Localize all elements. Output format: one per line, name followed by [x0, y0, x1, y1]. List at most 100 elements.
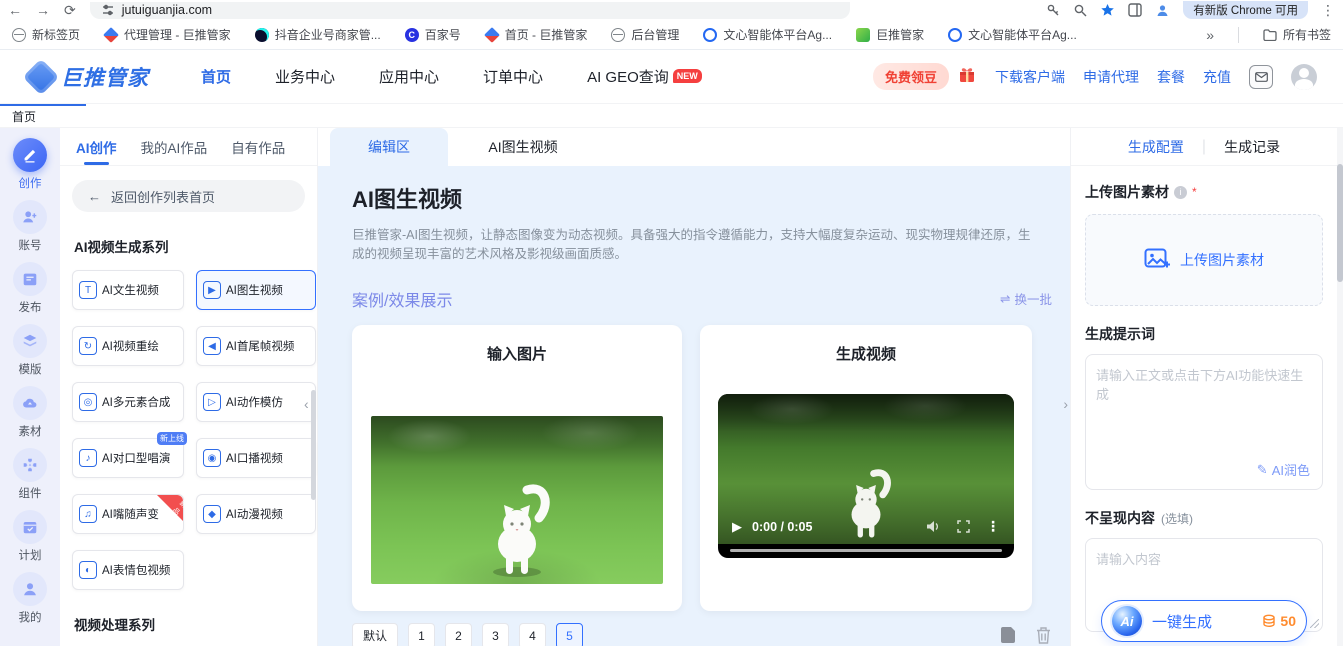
generate-button[interactable]: Ai 一键生成 50 — [1101, 600, 1307, 642]
nav-item-orders[interactable]: 订单中心 — [483, 66, 543, 87]
info-icon[interactable]: i — [1174, 186, 1187, 199]
tab-my-ai-works[interactable]: 我的AI作品 — [141, 128, 208, 165]
rail-item-mine[interactable]: 我的 — [0, 572, 60, 625]
page-scrollbar[interactable] — [1337, 128, 1343, 646]
upload-image-dropzone[interactable]: 上传图片素材 — [1085, 214, 1323, 306]
bookmarks-overflow-icon[interactable]: » — [1206, 27, 1214, 43]
back-icon[interactable]: ← — [8, 3, 22, 17]
volume-icon[interactable] — [926, 520, 941, 533]
divider — [1238, 27, 1239, 43]
globe-favicon — [12, 28, 26, 42]
tool-ai-text-to-video[interactable]: T AI文生视频 — [72, 270, 184, 310]
tab-image-to-video[interactable]: AI图生视频 — [448, 128, 598, 166]
bookmark-star-icon[interactable] — [1100, 3, 1115, 18]
page-button-5[interactable]: 5 — [556, 623, 583, 646]
address-bar[interactable]: jutuiguanjia.com — [90, 2, 850, 19]
rail-item-create[interactable]: 创作 — [0, 138, 60, 191]
tool-ai-video-repaint[interactable]: ↻ AI视频重绘 — [72, 326, 184, 366]
rail-item-plans[interactable]: 计划 — [0, 510, 60, 563]
password-key-icon[interactable] — [1046, 3, 1060, 17]
ai-polish-button[interactable]: ✎ AI润色 — [1257, 460, 1310, 479]
copy-doc-icon[interactable] — [1000, 626, 1017, 645]
input-cat-photo — [371, 416, 663, 584]
tool-ai-lipsync-sing[interactable]: 新上线 ♪ AI对口型唱演 — [72, 438, 184, 478]
bookmark-jutui[interactable]: 巨推管家 — [856, 26, 924, 43]
editor-tabs: 编辑区 AI图生视频 — [318, 128, 1070, 166]
play-button[interactable]: ▶ — [732, 519, 742, 535]
side-panel-icon[interactable] — [1128, 3, 1142, 17]
apply-agent-link[interactable]: 申请代理 — [1083, 67, 1139, 87]
tool-ai-broadcast-video[interactable]: ◉ AI口播视频 — [196, 438, 316, 478]
bookmark-agent-admin[interactable]: 代理管理 - 巨推管家 — [104, 26, 231, 43]
tab-ai-creation[interactable]: AI创作 — [76, 128, 117, 165]
fullscreen-icon[interactable] — [957, 520, 970, 533]
reload-icon[interactable]: ⟳ — [64, 3, 76, 17]
nav-item-ai-geo[interactable]: AI GEO查询NEW — [587, 66, 702, 87]
rail-item-templates[interactable]: 模版 — [0, 324, 60, 377]
rail-item-components[interactable]: 组件 — [0, 448, 60, 501]
video-player[interactable]: ▶ 0:00 / 0:05 ⋮ — [718, 394, 1014, 558]
bookmark-jutui-home[interactable]: 首页 - 巨推管家 — [485, 26, 588, 43]
tool-ai-meme-video[interactable]: ◐ AI表情包视频 — [72, 550, 184, 590]
recharge-link[interactable]: 充值 — [1203, 67, 1231, 87]
user-avatar[interactable] — [1291, 64, 1317, 90]
nav-item-home[interactable]: 首页 — [201, 66, 231, 87]
example-pagination: 默认 1 2 3 4 5 — [352, 623, 1052, 646]
bookmark-wenxin-1[interactable]: 文心智能体平台Ag... — [703, 26, 832, 43]
forward-icon[interactable]: → — [36, 3, 50, 17]
tab-generation-config[interactable]: 生成配置 — [1128, 137, 1184, 157]
packages-link[interactable]: 套餐 — [1157, 67, 1185, 87]
tab-editor[interactable]: 编辑区 — [330, 128, 448, 166]
bookmark-douyin[interactable]: 抖音企业号商家管... — [255, 26, 381, 43]
video-progress-bar[interactable] — [730, 549, 1002, 552]
messages-button[interactable] — [1249, 65, 1273, 89]
bookmark-baijiahao[interactable]: C百家号 — [405, 26, 461, 43]
page-button-1[interactable]: 1 — [408, 623, 435, 646]
tab-own-works[interactable]: 自有作品 — [231, 128, 285, 165]
resize-handle[interactable] — [1310, 619, 1319, 628]
globe-favicon — [611, 28, 625, 42]
bookmark-wenxin-2[interactable]: 文心智能体平台Ag... — [948, 26, 1077, 43]
exclude-label: 不呈现内容(选填) — [1085, 508, 1323, 528]
generation-tabs: 生成配置 | 生成记录 — [1071, 128, 1337, 166]
rail-item-publish[interactable]: 发布 — [0, 262, 60, 315]
video-menu-icon[interactable]: ⋮ — [986, 518, 1000, 535]
page-button-3[interactable]: 3 — [482, 623, 509, 646]
profile-icon[interactable] — [1155, 3, 1170, 18]
prompt-textarea[interactable] — [1096, 365, 1312, 457]
scrollbar-thumb[interactable] — [1337, 164, 1343, 282]
collapse-left-icon[interactable]: ‹ — [304, 396, 309, 412]
page-button-4[interactable]: 4 — [519, 623, 546, 646]
browser-menu-icon[interactable]: ⋮ — [1321, 3, 1335, 17]
app-logo[interactable]: 巨推管家 — [28, 62, 149, 92]
gift-icon[interactable] — [957, 64, 977, 89]
chrome-update-chip[interactable]: 有新版 Chrome 可用 — [1183, 1, 1308, 19]
tool-ai-first-last-frame[interactable]: ◀ AI首尾帧视频 — [196, 326, 316, 366]
all-bookmarks-button[interactable]: 所有书签 — [1263, 26, 1331, 43]
bookmark-backend[interactable]: 后台管理 — [611, 26, 679, 43]
rail-item-accounts[interactable]: 账号 — [0, 200, 60, 253]
tool-ai-image-to-video[interactable]: ▶ AI图生视频 — [196, 270, 316, 310]
tool-ai-multi-element[interactable]: ◎ AI多元素合成 — [72, 382, 184, 422]
tool-ai-voice-change[interactable]: 新品 ♫ AI嘴随声变 — [72, 494, 184, 534]
rail-item-assets[interactable]: 素材 — [0, 386, 60, 439]
nav-item-apps[interactable]: 应用中心 — [379, 66, 439, 87]
refresh-batch-link[interactable]: ⇌ 换一批 — [1000, 289, 1052, 308]
tool-ai-anime-video[interactable]: ◆ AI动漫视频 — [196, 494, 316, 534]
back-to-list-button[interactable]: ← 返回创作列表首页 — [72, 180, 305, 212]
trash-icon[interactable] — [1035, 626, 1052, 645]
free-beans-button[interactable]: 免费领豆 — [873, 63, 949, 90]
bookmark-new-tab[interactable]: 新标签页 — [12, 26, 80, 43]
collapse-right-icon[interactable]: › — [1063, 396, 1068, 412]
sidebar-scrollbar[interactable] — [311, 390, 316, 500]
page-button-2[interactable]: 2 — [445, 623, 472, 646]
tab-generation-history[interactable]: 生成记录 — [1224, 137, 1280, 157]
tool-ai-motion-mimic[interactable]: ▷ AI动作模仿 — [196, 382, 316, 422]
hot-ribbon-badge: 新品 — [157, 495, 183, 521]
prompt-label: 生成提示词 — [1085, 324, 1323, 344]
download-client-link[interactable]: 下载客户端 — [995, 67, 1065, 87]
nav-item-business[interactable]: 业务中心 — [275, 66, 335, 87]
breadcrumb-tab-home[interactable]: 首页 — [0, 104, 86, 127]
search-icon[interactable] — [1073, 3, 1087, 17]
page-default-button[interactable]: 默认 — [352, 623, 398, 646]
